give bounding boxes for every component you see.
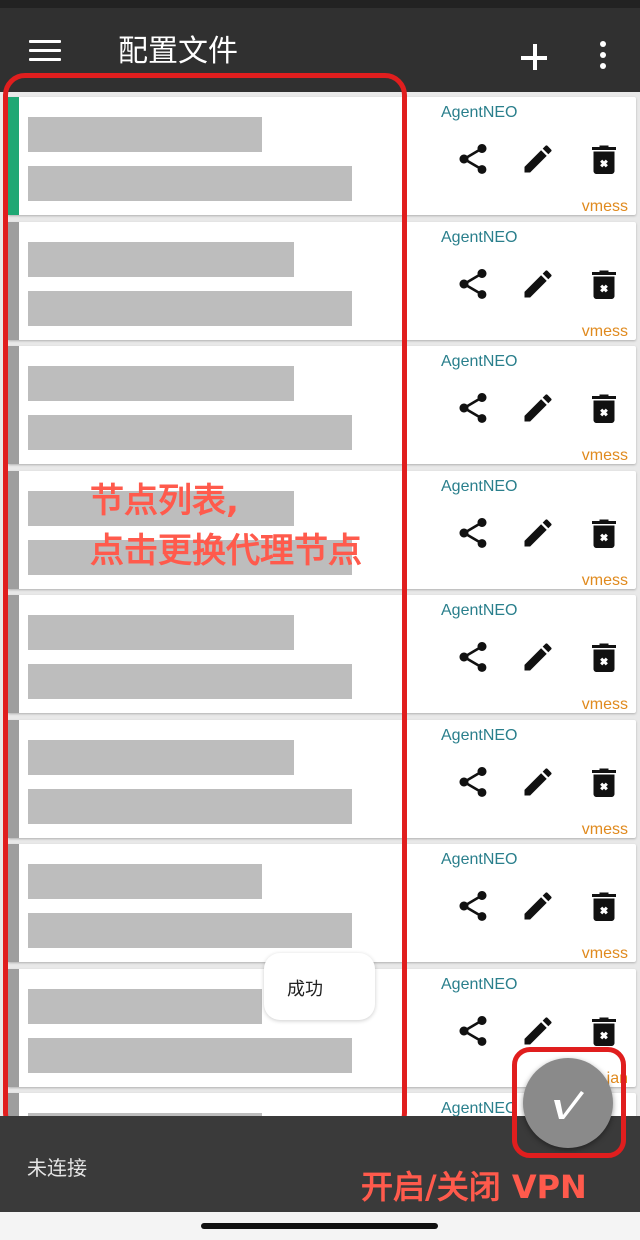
- profile-subscription: AgentNEO: [441, 727, 518, 744]
- edit-icon[interactable]: [520, 266, 556, 302]
- profile-type: vmess: [581, 198, 628, 215]
- profile-type: vmess: [581, 323, 628, 340]
- profile-type: vmess: [581, 945, 628, 962]
- delete-icon[interactable]: [586, 390, 622, 426]
- delete-icon[interactable]: [586, 888, 622, 924]
- annotation-vpn: 开启/关闭 VPN: [361, 1168, 587, 1206]
- delete-icon[interactable]: [586, 764, 622, 800]
- share-icon[interactable]: [455, 639, 491, 675]
- profile-type: vmess: [581, 821, 628, 838]
- add-icon[interactable]: [519, 42, 551, 74]
- edit-icon[interactable]: [520, 639, 556, 675]
- connection-status: 未连接: [27, 1156, 87, 1180]
- share-icon[interactable]: [455, 1013, 491, 1049]
- share-icon[interactable]: [455, 141, 491, 177]
- edit-icon[interactable]: [520, 390, 556, 426]
- profile-subscription: AgentNEO: [441, 1100, 518, 1116]
- profile-subscription: AgentNEO: [441, 104, 518, 121]
- profile-subscription: AgentNEO: [441, 976, 518, 993]
- toast: 成功: [264, 953, 375, 1020]
- page-title: 配置文件: [118, 34, 238, 69]
- delete-icon[interactable]: [586, 515, 622, 551]
- share-icon[interactable]: [455, 515, 491, 551]
- home-handle[interactable]: [201, 1223, 438, 1229]
- share-icon[interactable]: [455, 888, 491, 924]
- profile-subscription: AgentNEO: [441, 229, 518, 246]
- edit-icon[interactable]: [520, 515, 556, 551]
- delete-icon[interactable]: [586, 266, 622, 302]
- share-icon[interactable]: [455, 390, 491, 426]
- annotation-box-vpn: [512, 1047, 626, 1158]
- menu-icon[interactable]: [29, 40, 61, 62]
- delete-icon[interactable]: [586, 1013, 622, 1049]
- delete-icon[interactable]: [586, 141, 622, 177]
- profile-subscription: AgentNEO: [441, 478, 518, 495]
- profile-type: vmess: [581, 696, 628, 713]
- profile-subscription: AgentNEO: [441, 602, 518, 619]
- edit-icon[interactable]: [520, 888, 556, 924]
- edit-icon[interactable]: [520, 1013, 556, 1049]
- share-icon[interactable]: [455, 266, 491, 302]
- status-bar: [0, 0, 640, 8]
- more-vert-icon[interactable]: [596, 41, 610, 71]
- profile-type: vmess: [581, 447, 628, 464]
- toast-text: 成功: [287, 979, 323, 1000]
- profile-type: vmess: [581, 572, 628, 589]
- annotation-list-line2: 点击更换代理节点: [90, 531, 362, 571]
- share-icon[interactable]: [455, 764, 491, 800]
- annotation-list-line1: 节点列表,: [90, 481, 239, 521]
- edit-icon[interactable]: [520, 141, 556, 177]
- edit-icon[interactable]: [520, 764, 556, 800]
- profile-subscription: AgentNEO: [441, 353, 518, 370]
- delete-icon[interactable]: [586, 639, 622, 675]
- profile-subscription: AgentNEO: [441, 851, 518, 868]
